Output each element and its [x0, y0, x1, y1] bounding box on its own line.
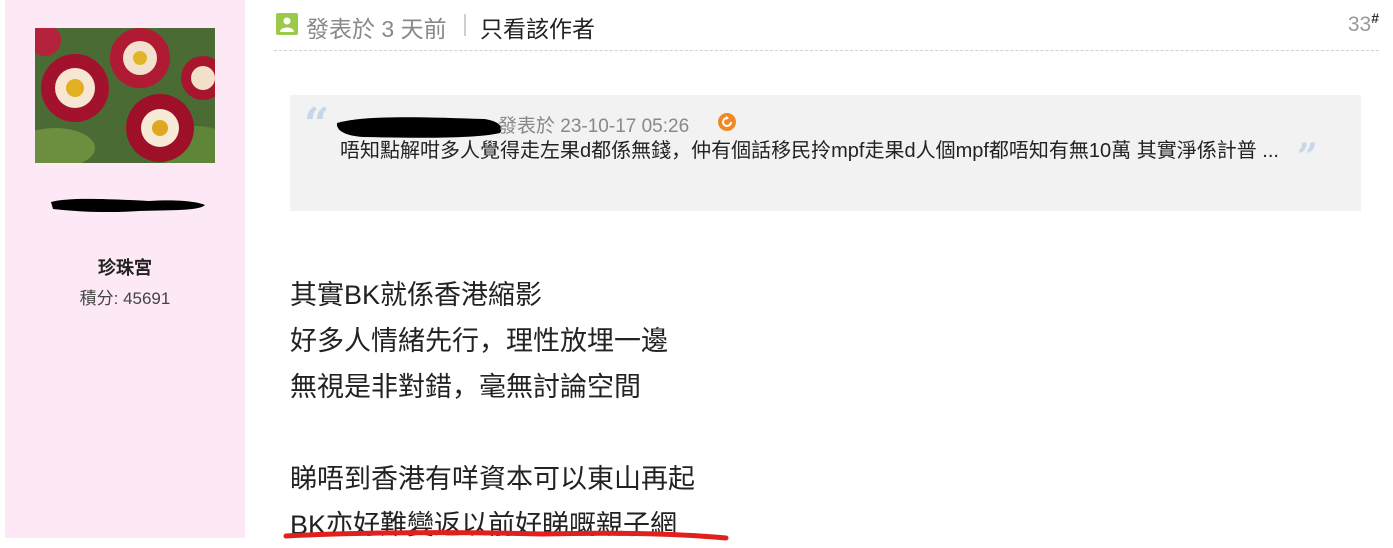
message-line: 其實BK就係香港縮影: [290, 280, 543, 310]
redacted-username: [51, 198, 205, 213]
user-icon: [276, 13, 298, 35]
message-line-blank: [290, 410, 695, 456]
post-header: 發表於 3 天前 | 只看該作者 33#: [274, 0, 1379, 51]
quote-open-icon: “: [304, 99, 330, 150]
message-line: 無視是非對錯，毫無討論空間: [290, 372, 641, 402]
floor-number[interactable]: 33#: [1348, 10, 1379, 37]
avatar[interactable]: [35, 28, 215, 163]
red-underline-annotation: [283, 530, 729, 541]
message-line: 好多人情緒先行，理性放埋一邊: [290, 326, 668, 356]
message-line: 睇唔到香港有咩資本可以東山再起: [290, 464, 695, 494]
floor-suffix: #: [1371, 10, 1379, 26]
quote-close-icon: ”: [1296, 136, 1318, 178]
author-sidebar: 珍珠宮 積分: 45691: [5, 0, 245, 538]
header-separator: |: [462, 10, 468, 36]
quote-block: “ 發表於 23-10-17 05:26 唔知點解咁多人覺得走左果d都係無錢，仲…: [290, 95, 1361, 211]
goto-arrow-icon[interactable]: [718, 113, 736, 131]
floor-number-value: 33: [1347, 13, 1372, 36]
post-timestamp: 發表於 3 天前: [306, 16, 447, 42]
post-message: 其實BK就係香港縮影 好多人情緒先行，理性放埋一邊 無視是非對錯，毫無討論空間 …: [290, 272, 695, 548]
quote-timestamp: 發表於 23-10-17 05:26: [498, 116, 690, 137]
quote-text: 唔知點解咁多人覺得走左果d都係無錢，仲有個話移民拎mpf走果d人個mpf都唔知有…: [340, 137, 1340, 175]
author-rank: 珍珠宮: [98, 258, 152, 278]
author-points: 積分: 45691: [79, 289, 171, 308]
author-only-link[interactable]: 只看該作者: [480, 10, 595, 44]
quote-text-content: 唔知點解咁多人覺得走左果d都係無錢，仲有個話移民拎mpf走果d人個mpf都唔知有…: [340, 140, 1279, 162]
